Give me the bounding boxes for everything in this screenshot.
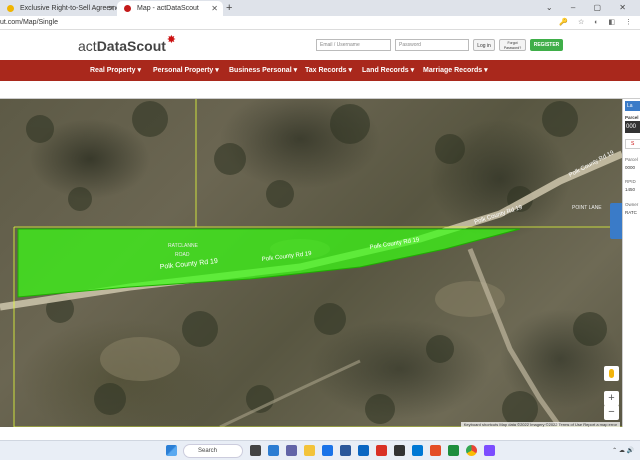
parcel-label: ROAD	[175, 252, 190, 258]
outlook-icon[interactable]	[412, 445, 423, 456]
edge-icon[interactable]	[322, 445, 333, 456]
parcel-info-panel: La Parcel 000 S Parcel 0000 RPID 1450 Ow…	[622, 99, 640, 427]
window-controls[interactable]: ⌄ – ▢ ✕	[546, 0, 634, 16]
nav-real-property[interactable]: Real Property ▾	[90, 60, 141, 81]
zoom-in-button[interactable]: +	[604, 391, 619, 406]
login-button[interactable]: Log in	[473, 39, 495, 51]
main-nav: Real Property ▾ Personal Property ▾ Busi…	[0, 60, 640, 81]
satellite-map[interactable]: Polk County Rd 19 Polk County Rd 19 Polk…	[0, 99, 622, 427]
close-icon[interactable]: ✕	[108, 1, 115, 16]
chrome-icon[interactable]	[466, 445, 477, 456]
tab-exclusive-agreement[interactable]: Exclusive Right-to-Sell Agreeme ✕	[0, 1, 120, 16]
parcel-id-badge: 000	[625, 121, 640, 133]
widgets-icon[interactable]	[268, 445, 279, 456]
close-icon[interactable]: ✕	[211, 1, 218, 16]
road-label: Polk County Rd 19	[568, 150, 616, 179]
tab-map-actdatascout[interactable]: Map - actDataScout ✕	[117, 1, 223, 16]
app-icon[interactable]	[484, 445, 495, 456]
actdatascout-icon	[124, 5, 131, 12]
track-road	[219, 359, 361, 427]
tab-label: Exclusive Right-to-Sell Agreeme	[20, 5, 120, 12]
logo-text-light: act	[78, 38, 97, 54]
register-button[interactable]: REGISTER	[530, 39, 563, 51]
system-tray[interactable]: ⌃ ☁ 🔊	[612, 441, 634, 461]
collapse-panel-tab[interactable]	[610, 203, 622, 239]
app-icon[interactable]	[448, 445, 459, 456]
nav-tax-records[interactable]: Tax Records ▾	[305, 60, 352, 81]
map-attribution: Keyboard shortcuts Map data ©2022 Imager…	[460, 422, 620, 427]
address-bar-icons[interactable]: 🔑 ☆ ◐ ◧ ⋮	[559, 16, 636, 30]
nav-business-personal[interactable]: Business Personal ▾	[229, 60, 297, 81]
content-spacer	[0, 81, 640, 99]
app-icon[interactable]	[394, 445, 405, 456]
layers-tab[interactable]: La	[625, 101, 640, 111]
password-field[interactable]: Password	[395, 39, 469, 51]
field-value: 1450	[625, 187, 636, 192]
parcel-header: Parcel	[625, 115, 639, 120]
field-value: 0000	[625, 165, 636, 170]
task-view-icon[interactable]	[250, 445, 261, 456]
parcel-label: RATCLANNE	[168, 243, 199, 249]
file-explorer-icon[interactable]	[304, 445, 315, 456]
address-bar: ut.com/Map/Single 🔑 ☆ ◐ ◧ ⋮	[0, 16, 640, 30]
field-label: RPID	[625, 179, 636, 184]
app-icon[interactable]	[376, 445, 387, 456]
actdatascout-logo[interactable]: actDataScout ✸	[78, 34, 176, 54]
browser-tab-bar: Exclusive Right-to-Sell Agreeme ✕ Map - …	[0, 0, 640, 16]
tab-label: Map - actDataScout	[137, 5, 199, 12]
field-label: Parcel	[625, 157, 638, 162]
document-icon	[7, 5, 14, 12]
field-value: RATC	[625, 210, 637, 215]
store-icon[interactable]	[340, 445, 351, 456]
windows-taskbar: Search ⌃ ☁ 🔊	[0, 440, 640, 460]
street-view-pegman-icon[interactable]	[604, 366, 619, 381]
app-icon[interactable]	[430, 445, 441, 456]
forgot-password-button[interactable]: Forgot Password?	[499, 39, 526, 51]
taskbar-search[interactable]: Search	[183, 444, 243, 458]
nav-personal-property[interactable]: Personal Property ▾	[153, 60, 219, 81]
windows-start-icon[interactable]	[166, 445, 177, 456]
search-parcel-button[interactable]: S	[625, 139, 640, 149]
logo-star-icon: ✸	[166, 34, 176, 46]
road-label: Polk County Rd 19	[474, 205, 524, 226]
url-field[interactable]: ut.com/Map/Single	[0, 16, 58, 30]
logo-text-bold: DataScout	[96, 38, 166, 54]
zoom-out-button[interactable]: −	[604, 405, 619, 420]
map-overlay: Polk County Rd 19 Polk County Rd 19 Polk…	[0, 99, 622, 427]
nav-land-records[interactable]: Land Records ▾	[362, 60, 414, 81]
parcel-label: POINT LANE	[572, 205, 602, 211]
email-field[interactable]: Email / Username	[316, 39, 391, 51]
nav-marriage-records[interactable]: Marriage Records ▾	[423, 60, 488, 81]
new-tab-button[interactable]: +	[226, 0, 232, 16]
field-label: Owner	[625, 202, 639, 207]
site-header: actDataScout ✸ Email / Username Password…	[0, 30, 640, 60]
teams-icon[interactable]	[286, 445, 297, 456]
dropbox-icon[interactable]	[358, 445, 369, 456]
